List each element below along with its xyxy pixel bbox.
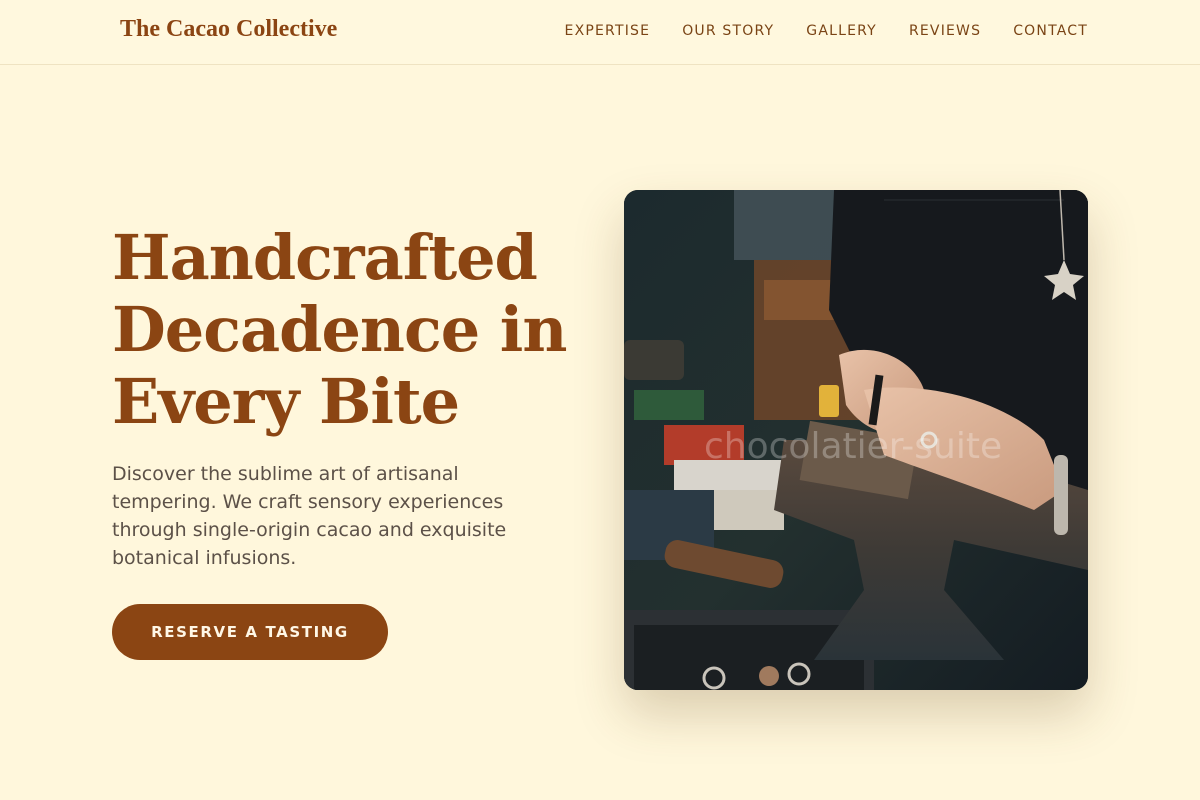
brand-logo-link[interactable]: The Cacao Collective — [120, 16, 337, 43]
main-nav: EXPERTISE OUR STORY GALLERY REVIEWS CONT… — [565, 23, 1088, 39]
hero-subtitle: Discover the sublime art of artisanal te… — [112, 463, 507, 569]
reserve-tasting-button[interactable]: RESERVE A TASTING — [112, 604, 388, 660]
top-navigation-bar: The Cacao Collective EXPERTISE OUR STORY… — [0, 0, 1200, 65]
nav-link-reviews[interactable]: REVIEWS — [909, 23, 981, 39]
hero-title: Handcrafted Decadence in Every Bite — [112, 221, 567, 438]
hero-image: chocolatier-suite — [624, 190, 1088, 690]
artisan-hands-anvil-illustration — [624, 190, 1088, 690]
nav-link-expertise[interactable]: EXPERTISE — [565, 23, 651, 39]
nav-link-our-story[interactable]: OUR STORY — [682, 23, 774, 39]
nav-link-contact[interactable]: CONTACT — [1013, 23, 1088, 39]
nav-link-gallery[interactable]: GALLERY — [806, 23, 877, 39]
